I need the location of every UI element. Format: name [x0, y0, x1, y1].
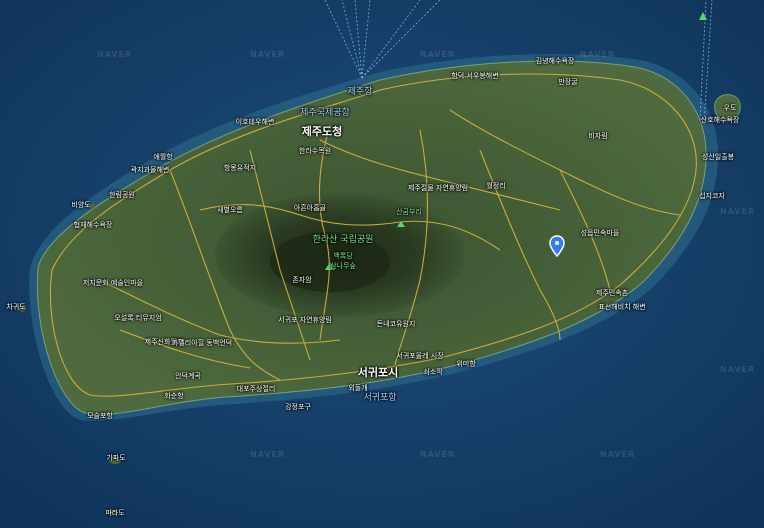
place-label-gapado[interactable]: 가파도: [106, 454, 125, 462]
place-label-osulloc[interactable]: 오설록 티뮤지엄: [114, 314, 161, 322]
place-label-saebyeol[interactable]: 새별오름: [217, 206, 243, 214]
place-label-hallasan[interactable]: 한라산 국립공원: [313, 235, 374, 245]
place-label-moseulpo[interactable]: 모슬포항: [87, 412, 113, 420]
place-label-baengnokdam[interactable]: 백록담: [333, 252, 352, 260]
place-label-sangumburi[interactable]: 산굼부리: [396, 208, 422, 216]
location-pin-center: [555, 241, 559, 245]
place-label-ido[interactable]: 이호테우해변: [236, 118, 275, 126]
place-label-aewol[interactable]: 애월항: [153, 153, 172, 161]
place-label-hallim-park[interactable]: 한림공원: [109, 191, 135, 199]
provider-watermark: NAVER: [420, 50, 456, 59]
place-label-daepo[interactable]: 대포주상절리: [237, 385, 276, 393]
map-view[interactable]: NAVER NAVER NAVER NAVER NAVER NAVER NAVE…: [0, 0, 764, 528]
place-label-seogwipo-forest[interactable]: 서귀포 자연휴양림: [278, 316, 332, 324]
place-label-wimi[interactable]: 위미항: [456, 360, 475, 368]
provider-watermark: NAVER: [420, 450, 456, 459]
place-label-seogwipo-port[interactable]: 서귀포항: [363, 393, 396, 403]
place-label-hanra-arboretum[interactable]: 한라수목원: [299, 147, 331, 155]
place-label-pyoseon[interactable]: 표선해비치 해변: [598, 303, 645, 311]
provider-watermark: NAVER: [720, 207, 756, 216]
place-label-bijarim[interactable]: 비자림: [588, 132, 607, 140]
provider-watermark: NAVER: [97, 50, 133, 59]
place-label-marado[interactable]: 마라도: [105, 509, 124, 517]
place-label-jeju-city-hall[interactable]: 제주도청: [302, 126, 342, 138]
place-label-udo[interactable]: 우도: [724, 104, 737, 112]
place-label-udo-beach[interactable]: 산호해수욕장: [701, 116, 740, 124]
place-label-biyangdo[interactable]: 비양도: [71, 201, 90, 209]
place-label-jeju-port[interactable]: 제주항: [348, 87, 373, 97]
place-label-seongsan[interactable]: 성산일출봉: [702, 153, 734, 161]
place-label-jeolmul[interactable]: 제주절물 자연휴양림: [408, 184, 468, 192]
place-label-gangjeong[interactable]: 강정포구: [285, 403, 311, 411]
place-label-seogwipo-city[interactable]: 서귀포시: [358, 367, 398, 379]
place-label-rest-area[interactable]: 아흔아홉골: [294, 204, 326, 212]
satellite-map-canvas[interactable]: [0, 0, 764, 528]
place-label-saryeoni[interactable]: 삼나무숲: [330, 262, 356, 270]
place-label-woljeongri[interactable]: 월정리: [486, 182, 505, 190]
provider-watermark: NAVER: [580, 50, 616, 59]
place-label-jeojiri[interactable]: 저지문화 예술인마을: [83, 279, 143, 287]
place-label-hamdeok[interactable]: 함덕 서우봉해변: [451, 72, 498, 80]
place-label-hwasun[interactable]: 화순항: [164, 392, 183, 400]
place-label-camellia[interactable]: 카멜리아힐 동백언덕: [172, 339, 232, 347]
place-label-jeju-airport[interactable]: 제주국제공항: [300, 108, 350, 118]
provider-watermark: NAVER: [600, 450, 636, 459]
place-label-hangpadu[interactable]: 항몽유적지: [224, 164, 256, 172]
place-label-gimnyeong[interactable]: 김녕해수욕장: [536, 57, 575, 65]
place-label-jonjaram[interactable]: 존자암: [292, 276, 311, 284]
provider-watermark: NAVER: [720, 365, 756, 374]
place-label-seogwipo-olle[interactable]: 서귀포올레 시장: [396, 352, 443, 360]
place-label-manjanggul[interactable]: 만장굴: [558, 78, 577, 86]
place-label-seongeup[interactable]: 성읍민속마을: [581, 229, 620, 237]
place-label-chagwido[interactable]: 차귀도: [6, 303, 25, 311]
place-label-yongmeori[interactable]: 안덕계곡: [175, 372, 201, 380]
place-label-hyeopjae[interactable]: 협재해수욕장: [74, 221, 113, 229]
place-label-jeju-folk[interactable]: 제주민속촌: [596, 289, 628, 297]
place-label-soesokkak[interactable]: 쇠소깍: [423, 368, 442, 376]
place-label-seopjikoji[interactable]: 섭지코지: [699, 192, 725, 200]
place-label-oedolgae[interactable]: 외돌개: [348, 384, 367, 392]
provider-watermark: NAVER: [250, 450, 286, 459]
place-label-gwakji[interactable]: 곽지과물해변: [131, 166, 170, 174]
provider-watermark: NAVER: [250, 50, 286, 59]
place-label-cheonjiyeon[interactable]: 돈내코유원지: [377, 320, 416, 328]
